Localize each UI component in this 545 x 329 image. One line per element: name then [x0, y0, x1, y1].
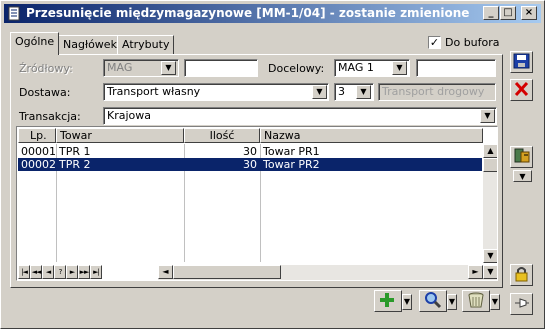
- transport-type-field: Transport drogowy: [378, 83, 496, 101]
- docelowy-label: Docelowy:: [268, 62, 325, 75]
- cell-ilosc: 30: [243, 158, 257, 171]
- scroll-down-button[interactable]: ▼: [483, 249, 497, 263]
- table-row[interactable]: 00002 TPR 2 30 Towar PR2: [18, 158, 482, 171]
- search-dropdown-button[interactable]: ▼: [447, 294, 457, 310]
- tab-atrybuty[interactable]: Atrybuty: [117, 35, 175, 54]
- zrodlowy-value: MAG: [107, 61, 133, 74]
- previous-page-button[interactable]: ◄◄: [30, 265, 42, 279]
- dostawa-value: Transport własny: [107, 85, 201, 98]
- column-header-towar[interactable]: Towar: [56, 128, 184, 143]
- do-bufora-checkbox[interactable]: ✓: [428, 36, 441, 49]
- green-plus-icon: [380, 293, 394, 307]
- zrodlowy-dropdown-button: ▼: [161, 61, 176, 75]
- find-record-button[interactable]: ?: [54, 265, 66, 279]
- transakcja-label: Transakcja:: [19, 110, 81, 123]
- vertical-scrollbar[interactable]: ▲ ▼: [483, 144, 497, 263]
- save-button[interactable]: [510, 51, 533, 73]
- scroll-right-button[interactable]: ►: [468, 265, 483, 279]
- zrodlowy-extra-field[interactable]: [184, 59, 258, 77]
- docelowy-dropdown-button[interactable]: ▼: [392, 61, 407, 75]
- next-record-button[interactable]: ►: [66, 265, 78, 279]
- next-page-button[interactable]: ►►: [78, 265, 90, 279]
- dostawa-number-dropdown-button[interactable]: ▼: [356, 85, 371, 99]
- add-item-button[interactable]: [374, 290, 402, 312]
- tab-naglowek[interactable]: Nagłówek: [58, 35, 122, 54]
- maximize-button[interactable]: □: [500, 6, 516, 20]
- cell-towar: TPR 2: [59, 158, 91, 171]
- document-transfer-icon: [514, 148, 530, 163]
- transfer-dropdown-button[interactable]: ▼: [513, 170, 532, 182]
- tab-label: Nagłówek: [63, 38, 117, 51]
- cell-towar: TPR 1: [59, 145, 91, 158]
- column-header-ilosc[interactable]: Ilość: [184, 128, 260, 143]
- title-bar[interactable]: Przesunięcie międzymagazynowe [MM-1/04] …: [4, 4, 541, 23]
- scroll-thumb[interactable]: [483, 158, 497, 172]
- tab-label: Atrybuty: [122, 38, 170, 51]
- cell-lp: 00002: [21, 158, 56, 171]
- document-icon: [8, 6, 20, 21]
- dostawa-select[interactable]: Transport własny: [103, 83, 329, 101]
- scroll-down-button-corner[interactable]: ▼: [483, 265, 497, 279]
- docelowy-extra-field[interactable]: [416, 59, 496, 77]
- lock-button[interactable]: [510, 264, 533, 286]
- minimize-button[interactable]: _: [483, 6, 499, 20]
- horizontal-scroll-thumb[interactable]: [173, 265, 281, 279]
- column-header-label: Ilość: [209, 129, 235, 142]
- column-header-label: Nazwa: [264, 129, 301, 142]
- previous-record-button[interactable]: ◄: [42, 265, 54, 279]
- floppy-disk-icon: [513, 53, 530, 69]
- horizontal-scrollbar[interactable]: ◄ ► ▼: [158, 265, 497, 280]
- do-bufora-label: Do bufora: [445, 36, 500, 49]
- delete-button[interactable]: [510, 79, 533, 101]
- tab-label: Ogólne: [15, 35, 55, 48]
- pin-button[interactable]: [510, 293, 533, 315]
- magnifier-icon: [425, 292, 442, 309]
- docelowy-value: MAG 1: [338, 61, 374, 74]
- first-record-button[interactable]: |◄: [18, 265, 30, 279]
- red-x-icon: [514, 81, 529, 97]
- padlock-icon: [515, 267, 528, 282]
- cell-ilosc: 30: [243, 145, 257, 158]
- cell-nazwa: Towar PR2: [263, 158, 320, 171]
- column-header-label: Towar: [60, 129, 92, 142]
- delete-item-button[interactable]: [462, 290, 490, 312]
- transakcja-dropdown-button[interactable]: ▼: [480, 109, 495, 123]
- add-item-dropdown-button[interactable]: ▼: [402, 294, 412, 310]
- scroll-left-button[interactable]: ◄: [158, 265, 173, 279]
- cell-nazwa: Towar PR1: [263, 145, 320, 158]
- dostawa-label: Dostawa:: [19, 86, 71, 99]
- column-header-label: Lp.: [30, 129, 47, 142]
- window-title: Przesunięcie międzymagazynowe [MM-1/04] …: [26, 6, 470, 20]
- zrodlowy-label: Źródłowy:: [19, 62, 73, 75]
- tab-ogolne[interactable]: Ogólne: [10, 32, 60, 55]
- scroll-up-button[interactable]: ▲: [483, 144, 497, 158]
- delete-item-dropdown-button[interactable]: ▼: [490, 294, 500, 310]
- dostawa-number-value: 3: [338, 85, 345, 98]
- dostawa-dropdown-button[interactable]: ▼: [312, 85, 327, 99]
- transakcja-select[interactable]: Krajowa: [103, 107, 497, 125]
- column-header-lp[interactable]: Lp.: [18, 128, 56, 143]
- transport-type-placeholder: Transport drogowy: [382, 85, 485, 98]
- dialog-window: Przesunięcie międzymagazynowe [MM-1/04] …: [0, 0, 545, 329]
- transfer-document-button[interactable]: [510, 146, 533, 168]
- search-button[interactable]: [419, 290, 447, 312]
- cell-lp: 00001: [21, 145, 56, 158]
- table-row[interactable]: 00001 TPR 1 30 Towar PR1: [18, 145, 482, 158]
- close-window-button[interactable]: ×: [521, 6, 537, 20]
- transakcja-value: Krajowa: [107, 109, 151, 122]
- column-header-nazwa[interactable]: Nazwa: [260, 128, 483, 143]
- last-record-button[interactable]: ►|: [90, 265, 102, 279]
- items-grid[interactable]: Lp. Towar Ilość Nazwa 00001 TPR 1 30 Tow…: [16, 126, 498, 281]
- trash-bin-icon: [468, 292, 484, 308]
- pin-icon: [515, 298, 529, 308]
